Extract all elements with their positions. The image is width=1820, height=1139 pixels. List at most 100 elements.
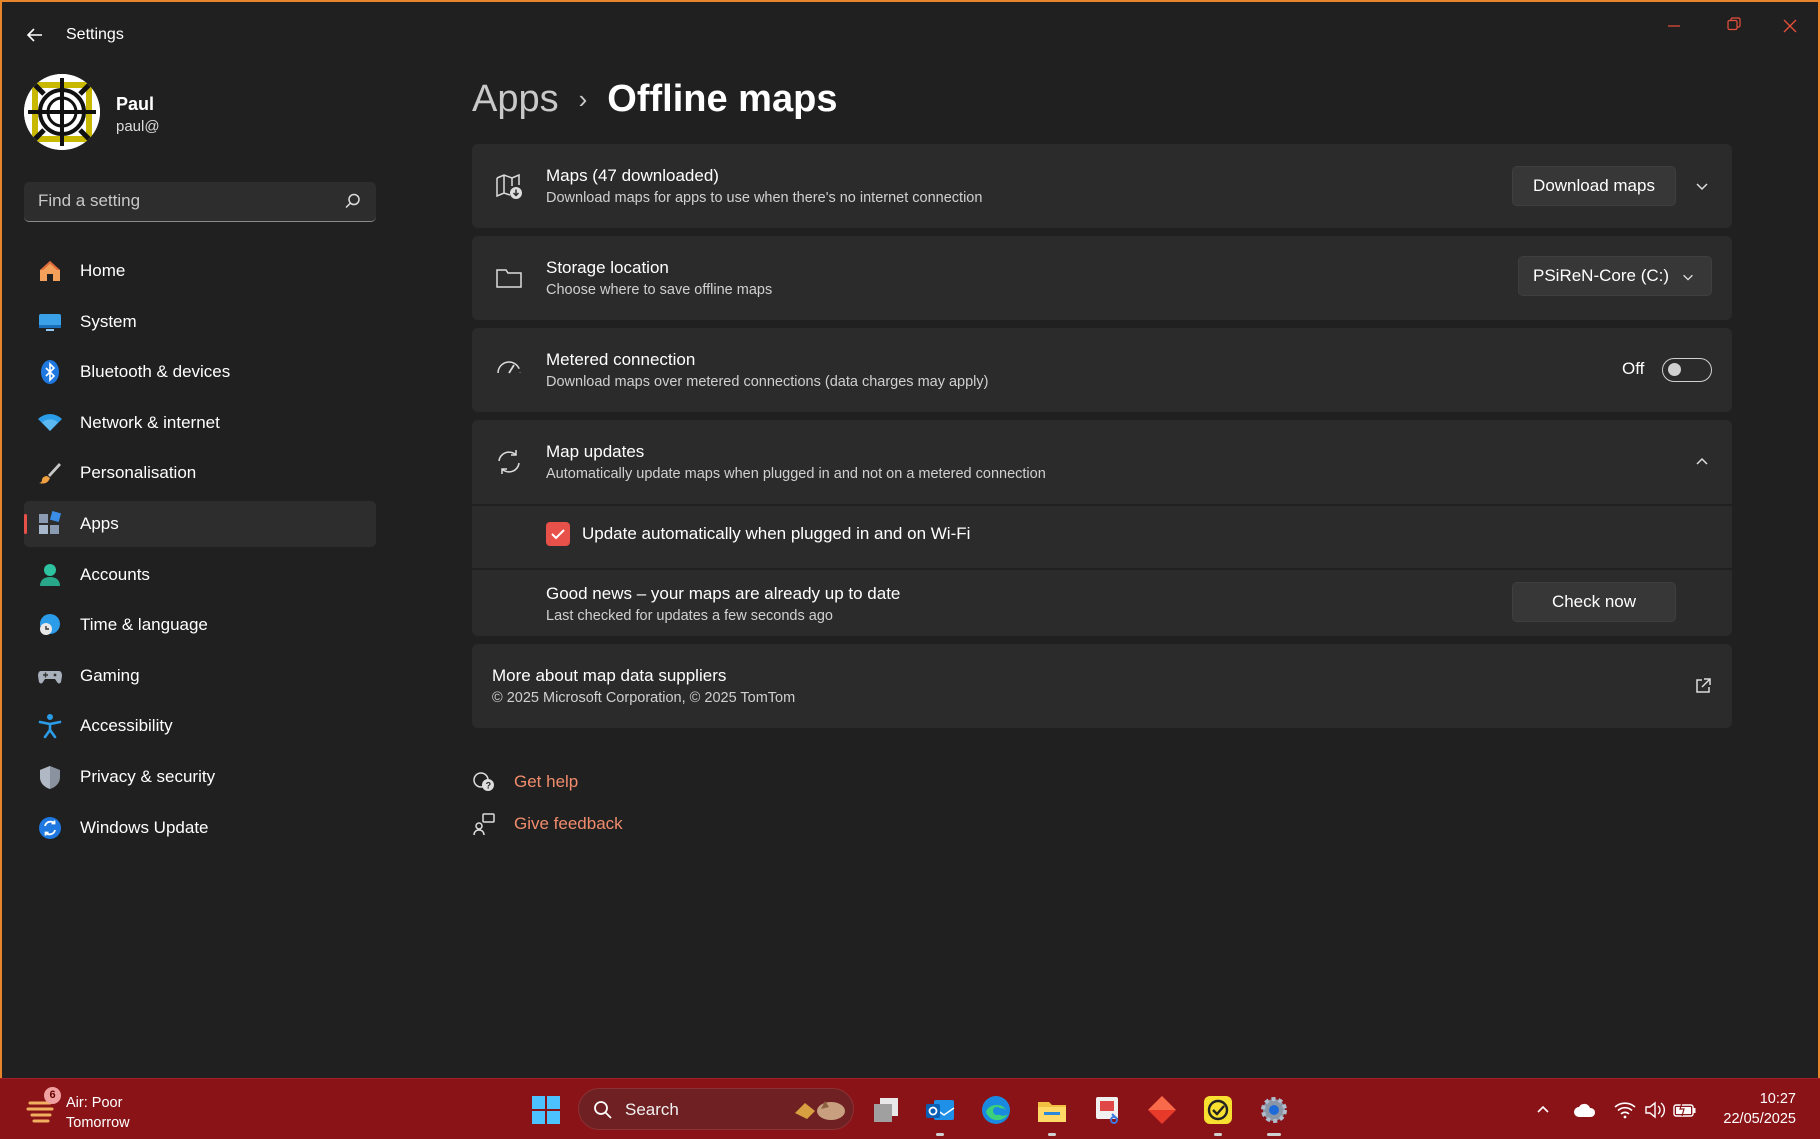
sidebar-item-label: Home xyxy=(80,261,126,280)
toggle-knob xyxy=(1668,363,1681,376)
give-feedback-link[interactable]: Give feedback xyxy=(472,812,623,836)
sidebar-nav: Home System Bluetooth & devices Network … xyxy=(24,248,376,855)
globe-clock-icon xyxy=(36,611,64,639)
sidebar-item-label: Accounts xyxy=(80,564,150,584)
window-title: Settings xyxy=(66,26,124,43)
search-icon[interactable] xyxy=(344,192,362,210)
feedback-icon xyxy=(473,813,495,836)
taskbar: 6 Air: Poor Tomorrow Search 10:27 22/05/… xyxy=(0,1078,1820,1139)
svg-text:?: ? xyxy=(486,781,492,791)
sync-icon xyxy=(498,450,520,474)
external-link-icon[interactable] xyxy=(1694,677,1712,695)
accessibility-icon xyxy=(36,712,64,740)
system-clock[interactable]: 10:27 22/05/2025 xyxy=(1723,1089,1796,1129)
toggle-state-label: Off xyxy=(1622,359,1645,378)
weather-line-1: Air: Poor xyxy=(66,1095,123,1111)
page-title: Offline maps xyxy=(607,77,838,120)
sidebar-item-privacy[interactable]: Privacy & security xyxy=(24,754,376,800)
minimize-button[interactable] xyxy=(1654,12,1694,42)
sidebar-item-accounts[interactable]: Accounts xyxy=(24,552,376,598)
minimize-icon xyxy=(1668,25,1680,27)
title-bar: Settings xyxy=(2,2,1818,66)
settings-window: Settings Paul paul@ Find a setting Home … xyxy=(0,0,1820,1078)
running-indicator xyxy=(1214,1133,1222,1136)
running-indicator xyxy=(936,1133,944,1136)
start-button[interactable] xyxy=(528,1092,564,1128)
network-button[interactable] xyxy=(1612,1097,1638,1123)
task-view-button[interactable] xyxy=(868,1092,904,1128)
red-diamond-icon xyxy=(1148,1096,1176,1124)
get-help-link[interactable]: ? Get help xyxy=(472,770,578,794)
divider xyxy=(472,568,1732,570)
search-highlight-icon xyxy=(795,1101,845,1120)
sidebar-item-label: Personalisation xyxy=(80,463,197,483)
clock-time: 10:27 xyxy=(1759,1091,1796,1107)
sidebar-item-time-language[interactable]: Time & language xyxy=(24,602,376,648)
app-yellow-check-button[interactable] xyxy=(1200,1092,1236,1136)
user-profile[interactable]: Paul paul@ xyxy=(24,74,364,154)
sidebar-item-home[interactable]: Home xyxy=(24,248,376,294)
metered-toggle[interactable] xyxy=(1662,358,1712,382)
divider xyxy=(472,504,1732,506)
chevron-up-icon xyxy=(1537,1105,1549,1113)
sidebar-item-windows-update[interactable]: Windows Update xyxy=(24,805,376,851)
controller-icon xyxy=(36,662,64,690)
volume-button[interactable] xyxy=(1642,1097,1668,1123)
sidebar-item-apps[interactable]: Apps xyxy=(24,500,376,547)
sidebar-item-personalisation[interactable]: Personalisation xyxy=(24,450,376,496)
restore-icon xyxy=(1727,17,1741,31)
maps-card[interactable]: Maps (47 downloaded) Download maps for a… xyxy=(472,144,1732,228)
app-red-diamond-button[interactable] xyxy=(1144,1092,1180,1128)
close-icon xyxy=(1783,19,1797,33)
sidebar-item-accessibility[interactable]: Accessibility xyxy=(24,703,376,749)
check-now-button[interactable]: Check now xyxy=(1512,582,1676,622)
weather-line-2: Tomorrow xyxy=(66,1115,130,1131)
close-button[interactable] xyxy=(1770,12,1810,42)
onedrive-button[interactable] xyxy=(1572,1097,1598,1123)
suppliers-title: More about map data suppliers xyxy=(492,666,727,685)
restore-button[interactable] xyxy=(1714,12,1754,42)
outlook-button[interactable] xyxy=(922,1092,958,1136)
sidebar-item-bluetooth[interactable]: Bluetooth & devices xyxy=(24,349,376,395)
sidebar-item-label: Windows Update xyxy=(80,817,209,837)
auto-update-label[interactable]: Update automatically when plugged in and… xyxy=(582,524,970,544)
snipping-tool-button[interactable] xyxy=(1090,1092,1126,1128)
chevron-up-icon[interactable] xyxy=(1694,454,1710,470)
storage-location-card: Storage location Choose where to save of… xyxy=(472,236,1732,320)
battery-button[interactable] xyxy=(1672,1097,1698,1123)
sidebar-item-label: Apps xyxy=(80,513,119,533)
chevron-down-icon[interactable] xyxy=(1694,178,1710,194)
weather-widget[interactable]: 6 Air: Poor Tomorrow xyxy=(26,1087,186,1133)
search-input[interactable] xyxy=(24,182,324,220)
give-feedback-label: Give feedback xyxy=(514,814,623,833)
file-explorer-button[interactable] xyxy=(1034,1092,1070,1136)
sidebar-item-system[interactable]: System xyxy=(24,299,376,345)
outlook-icon xyxy=(926,1100,955,1120)
folder-icon xyxy=(1038,1102,1066,1122)
back-button[interactable] xyxy=(20,20,50,50)
map-updates-description: Automatically update maps when plugged i… xyxy=(546,466,1046,482)
suppliers-description: © 2025 Microsoft Corporation, © 2025 Tom… xyxy=(492,690,796,706)
back-arrow-icon xyxy=(26,28,42,42)
folder-icon xyxy=(496,269,522,288)
running-indicator xyxy=(1048,1133,1056,1136)
show-hidden-icons-button[interactable] xyxy=(1530,1097,1556,1123)
wifi-icon xyxy=(1614,1102,1636,1119)
edge-button[interactable] xyxy=(978,1092,1014,1128)
auto-update-checkbox[interactable] xyxy=(546,522,570,546)
selected-drive: PSiReN-Core (C:) xyxy=(1533,266,1670,285)
snipping-tool-icon xyxy=(1096,1097,1118,1124)
sidebar-item-gaming[interactable]: Gaming xyxy=(24,653,376,699)
update-icon xyxy=(36,814,64,842)
bluetooth-icon xyxy=(36,358,64,386)
map-suppliers-card[interactable]: More about map data suppliers © 2025 Mic… xyxy=(472,644,1732,728)
taskbar-search[interactable]: Search xyxy=(578,1088,854,1130)
sidebar-item-network[interactable]: Network & internet xyxy=(24,400,376,446)
breadcrumb-parent[interactable]: Apps xyxy=(472,78,559,121)
clock-date: 22/05/2025 xyxy=(1723,1111,1796,1127)
sidebar-item-label: Gaming xyxy=(80,665,140,685)
settings-search xyxy=(24,182,376,222)
download-maps-button[interactable]: Download maps xyxy=(1512,166,1676,206)
settings-app-button[interactable] xyxy=(1256,1092,1292,1136)
storage-drive-dropdown[interactable]: PSiReN-Core (C:) xyxy=(1518,256,1712,296)
